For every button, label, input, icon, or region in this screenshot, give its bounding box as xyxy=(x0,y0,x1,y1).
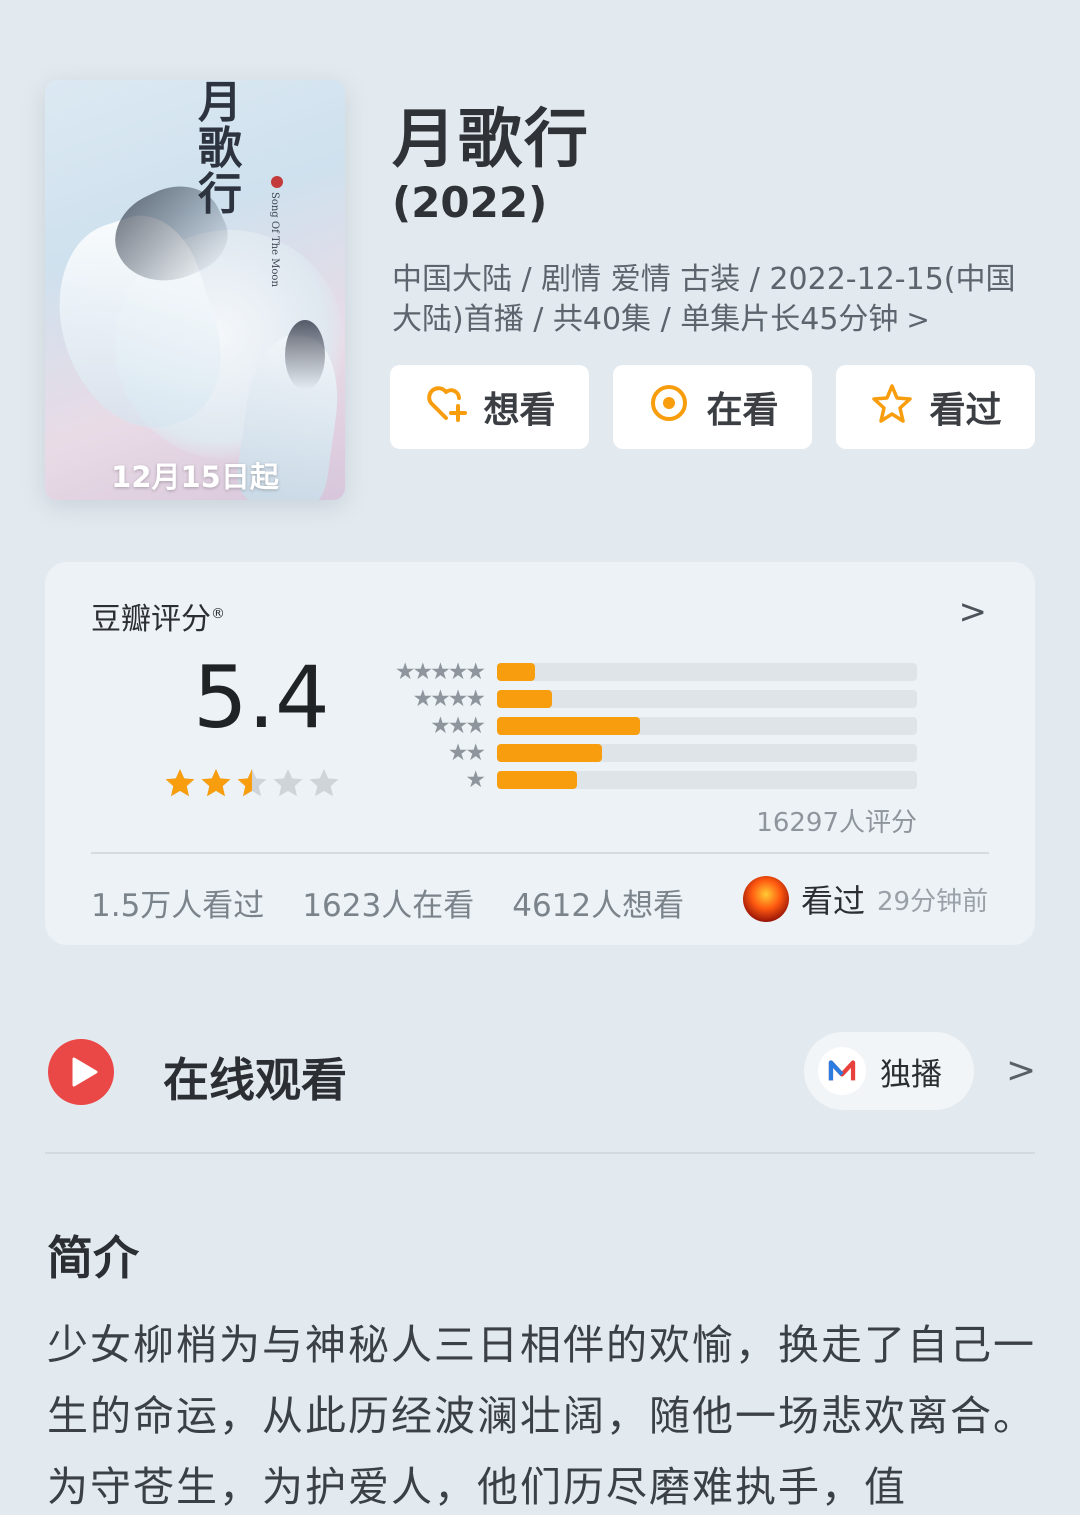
distribution-track xyxy=(497,689,917,708)
distribution-stars: ★★ xyxy=(447,739,486,766)
mgtv-logo-icon xyxy=(818,1047,866,1095)
divider xyxy=(91,852,989,854)
rating-distribution-row: ★★ xyxy=(375,739,917,766)
watching-count[interactable]: 1623人在看 xyxy=(302,880,474,925)
friend-time: 29分钟前 xyxy=(877,886,989,917)
distribution-stars: ★ xyxy=(465,766,486,793)
rating-stars xyxy=(163,766,341,800)
page-title: 月歌行 xyxy=(392,103,590,177)
distribution-stars: ★★★ xyxy=(430,712,486,739)
rating-count: 16297人评分 xyxy=(756,808,917,838)
watching-label: 在看 xyxy=(706,390,779,431)
divider xyxy=(45,1152,1035,1154)
poster-english-title: Song Of The Moon xyxy=(269,192,280,287)
friend-activity[interactable]: 看过 29分钟前 xyxy=(743,876,988,922)
poster-seal-icon xyxy=(271,176,283,188)
distribution-track xyxy=(497,743,917,762)
watched-button[interactable]: 看过 xyxy=(836,365,1035,449)
rating-star-icon xyxy=(237,769,267,797)
distribution-stars: ★★★★★ xyxy=(394,658,486,685)
watching-button[interactable]: 在看 xyxy=(613,365,812,449)
release-year: (2022) xyxy=(392,178,548,227)
distribution-fill xyxy=(497,743,602,762)
rating-distribution: ★★★★★ ★★★★ ★★★ ★★ ★ xyxy=(375,658,917,793)
audience-stats: 1.5万人看过 1623人在看 4612人想看 xyxy=(91,880,684,925)
rating-title-text: 豆瓣评分 xyxy=(91,602,211,637)
rating-star-icon xyxy=(201,769,231,797)
rating-distribution-row: ★★★ xyxy=(375,712,917,739)
chevron-right-icon: > xyxy=(906,303,930,336)
watched-count[interactable]: 1.5万人看过 xyxy=(91,880,264,925)
platform-button[interactable]: 独播 xyxy=(804,1032,974,1110)
poster-hair-male xyxy=(285,320,325,390)
star-outline-icon xyxy=(869,380,915,435)
avatar xyxy=(743,876,789,922)
target-circle-icon xyxy=(646,380,692,435)
distribution-track xyxy=(497,716,917,735)
synopsis-title: 简介 xyxy=(47,1231,139,1285)
distribution-fill xyxy=(497,716,640,735)
heart-plus-icon xyxy=(423,380,469,435)
want-to-watch-label: 想看 xyxy=(483,390,556,431)
poster-date: 12月15日起 xyxy=(111,460,279,494)
distribution-fill xyxy=(497,770,577,789)
friend-status: 看过 xyxy=(801,882,866,920)
distribution-stars: ★★★★ xyxy=(412,685,486,712)
distribution-track xyxy=(497,770,917,789)
rating-card[interactable]: 豆瓣评分® > 5.4 ★★★★★ ★★★★ ★★★ ★★ ★ 16297人评分 1.5… xyxy=(45,562,1035,945)
distribution-fill xyxy=(497,689,552,708)
distribution-track xyxy=(497,662,917,681)
rating-score: 5.4 xyxy=(193,648,330,748)
rating-star-icon xyxy=(273,769,303,797)
chevron-right-icon[interactable]: > xyxy=(1006,1050,1036,1091)
rating-title: 豆瓣评分® xyxy=(91,594,225,638)
action-row: 想看 在看 看过 xyxy=(390,365,1035,449)
poster-image[interactable]: 月歌行 Song Of The Moon 12月15日起 xyxy=(45,80,345,500)
rating-distribution-row: ★★★★ xyxy=(375,685,917,712)
online-watch-title[interactable]: 在线观看 xyxy=(163,1044,347,1110)
distribution-fill xyxy=(497,662,535,681)
trademark-mark: ® xyxy=(211,606,225,622)
synopsis-body: 少女柳梢为与神秘人三日相伴的欢愉，换走了自己一生的命运，从此历经波澜壮阔，随他一… xyxy=(47,1321,1036,1511)
poster-calligraphy: 月歌行 xyxy=(198,80,242,220)
watched-label: 看过 xyxy=(929,390,1002,431)
want-count[interactable]: 4612人想看 xyxy=(512,880,684,925)
chevron-right-icon[interactable]: > xyxy=(959,592,988,632)
rating-distribution-row: ★ xyxy=(375,766,917,793)
play-icon[interactable] xyxy=(47,1038,115,1106)
rating-star-icon xyxy=(165,769,195,797)
platform-label: 独播 xyxy=(880,1056,942,1093)
meta-info[interactable]: 中国大陆 / 剧情 爱情 古装 / 2022-12-15(中国大陆)首播 / 共… xyxy=(392,260,1042,340)
rating-star-icon xyxy=(309,769,339,797)
want-to-watch-button[interactable]: 想看 xyxy=(390,365,589,449)
rating-distribution-row: ★★★★★ xyxy=(375,658,917,685)
